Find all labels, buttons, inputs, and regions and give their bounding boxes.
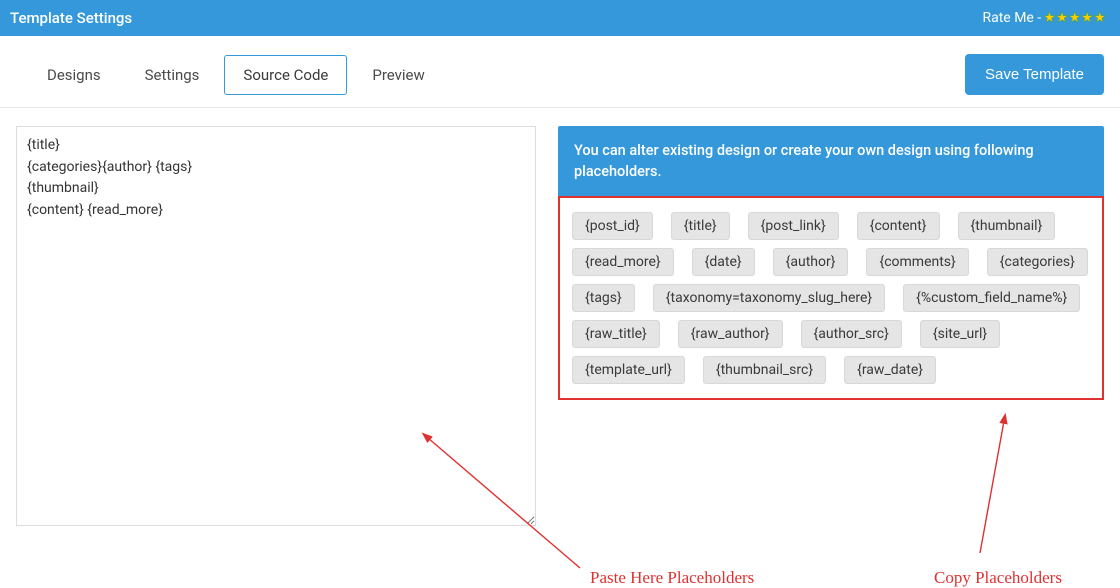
placeholder-tag[interactable]: {thumbnail}: [958, 212, 1056, 240]
placeholder-tag[interactable]: {thumbnail_src}: [703, 356, 826, 384]
tab-preview[interactable]: Preview: [353, 55, 443, 95]
tab-settings[interactable]: Settings: [126, 55, 219, 95]
placeholder-panel: You can alter existing design or create …: [558, 126, 1104, 526]
placeholder-tag[interactable]: {raw_author}: [678, 320, 783, 348]
placeholder-tag[interactable]: {template_url}: [572, 356, 685, 384]
placeholder-tag[interactable]: {categories}: [987, 248, 1088, 276]
tab-source-code[interactable]: Source Code: [224, 55, 347, 95]
star-icon: ★: [1081, 11, 1094, 25]
placeholder-tag[interactable]: {%custom_field_name%}: [903, 284, 1080, 312]
star-icon: ★: [1056, 11, 1069, 25]
tab-list: Designs Settings Source Code Preview: [28, 55, 444, 95]
placeholder-tag[interactable]: {site_url}: [920, 320, 1000, 348]
page-title: Template Settings: [10, 9, 132, 27]
info-banner: You can alter existing design or create …: [558, 126, 1104, 196]
tab-designs[interactable]: Designs: [28, 55, 120, 95]
placeholder-tag[interactable]: {raw_title}: [572, 320, 660, 348]
placeholder-tag[interactable]: {tags}: [572, 284, 635, 312]
copy-annotation: Copy Placeholders: [934, 568, 1062, 588]
content-area: You can alter existing design or create …: [0, 108, 1120, 556]
placeholder-tag[interactable]: {author_src}: [801, 320, 902, 348]
placeholder-list: {post_id} {title} {post_link} {content} {thu…: [558, 196, 1104, 400]
placeholder-tag[interactable]: {content}: [857, 212, 940, 240]
paste-annotation: Paste Here Placeholders: [590, 568, 754, 588]
save-template-button[interactable]: Save Template: [965, 54, 1104, 95]
placeholder-tag[interactable]: {taxonomy=taxonomy_slug_here}: [653, 284, 885, 312]
rate-label: Rate Me -: [982, 10, 1041, 26]
placeholder-tag[interactable]: {date}: [692, 248, 755, 276]
placeholder-tag[interactable]: {comments}: [866, 248, 968, 276]
top-bar: Template Settings Rate Me - ★ ★ ★ ★ ★: [0, 0, 1120, 36]
star-icon: ★: [1043, 11, 1056, 25]
placeholder-tag[interactable]: {raw_date}: [844, 356, 936, 384]
placeholder-tag[interactable]: {post_id}: [572, 212, 653, 240]
source-code-editor[interactable]: [16, 126, 536, 526]
placeholder-tag[interactable]: {author}: [773, 248, 849, 276]
star-icon: ★: [1093, 11, 1106, 25]
star-icon: ★: [1068, 11, 1081, 25]
tab-row: Designs Settings Source Code Preview Sav…: [0, 36, 1120, 108]
rate-me[interactable]: Rate Me - ★ ★ ★ ★ ★: [982, 10, 1106, 26]
placeholder-tag[interactable]: {title}: [671, 212, 730, 240]
placeholder-tag[interactable]: {read_more}: [572, 248, 674, 276]
rating-stars[interactable]: ★ ★ ★ ★ ★: [1043, 11, 1106, 25]
placeholder-tag[interactable]: {post_link}: [748, 212, 839, 240]
